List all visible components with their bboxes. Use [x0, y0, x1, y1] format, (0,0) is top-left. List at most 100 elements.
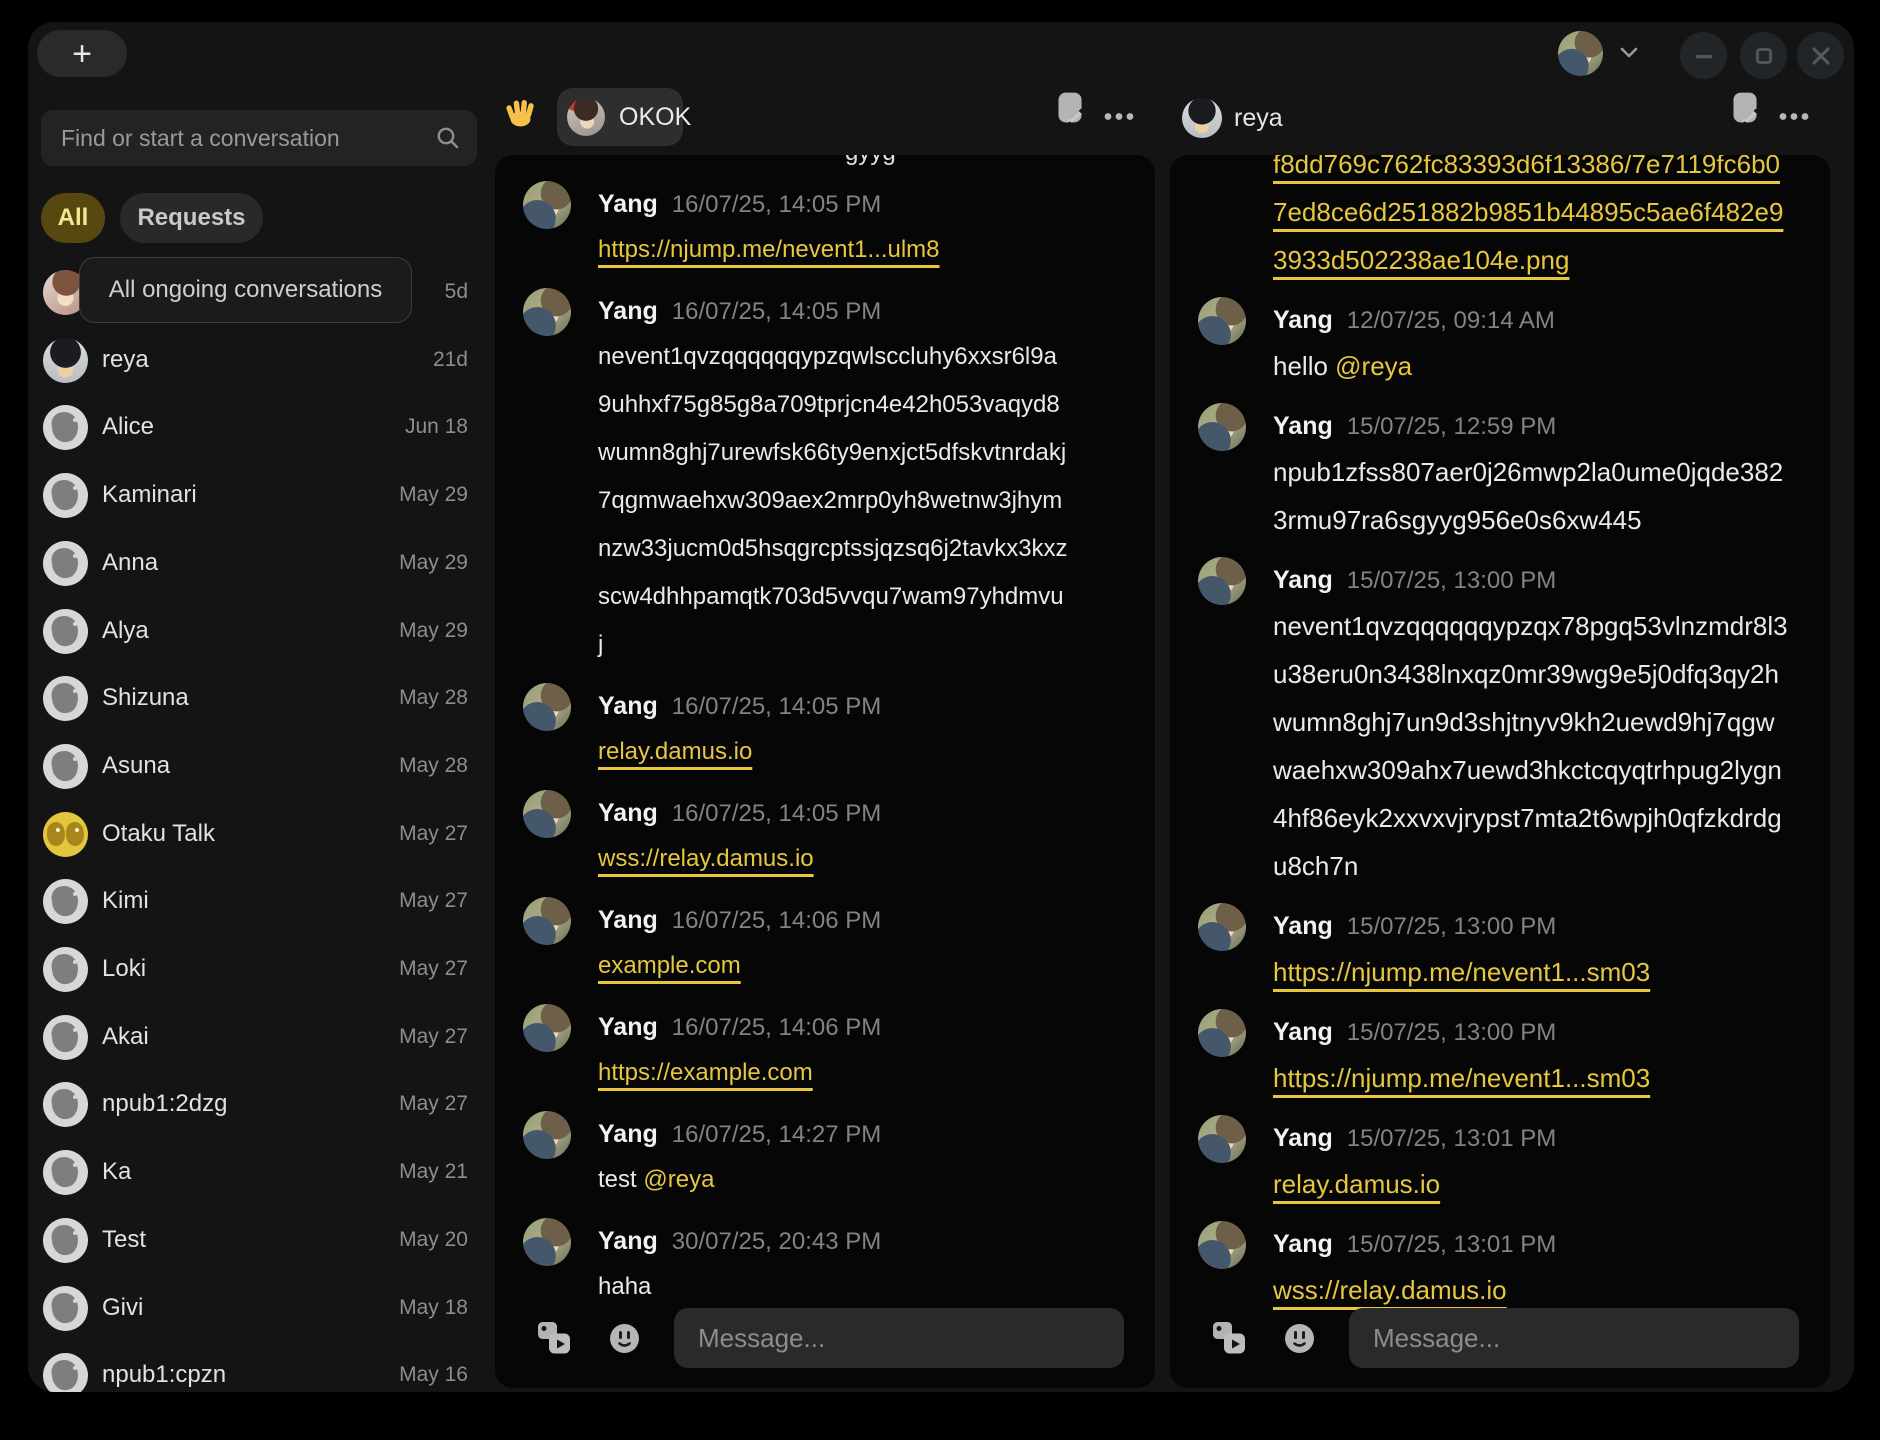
conversation-row[interactable]: Otaku TalkMay 27: [41, 800, 468, 868]
message: Yang16/07/25, 14:05 PMwss://relay.damus.…: [598, 799, 1155, 883]
account-avatar[interactable]: [1558, 31, 1603, 76]
sender-name: Yang: [598, 297, 658, 326]
conversation-name: Asuna: [102, 752, 170, 780]
filter-tab-requests[interactable]: Requests: [120, 193, 263, 243]
sender-avatar[interactable]: [523, 790, 571, 838]
message-timestamp: 16/07/25, 14:05 PM: [672, 693, 881, 721]
conversation-name: Shizuna: [102, 684, 189, 712]
message-link[interactable]: f8dd769c762fc83393d6f13386/7e7119fc6b07e…: [1273, 155, 1783, 275]
conversation-row[interactable]: LokiMay 27: [41, 935, 468, 1003]
message-header: Yang15/07/25, 13:01 PM: [1273, 1124, 1830, 1154]
message-header: Yang16/07/25, 14:06 PM: [598, 906, 1155, 936]
sender-name: Yang: [598, 1013, 658, 1042]
conversation-row[interactable]: Ka May 21: [41, 1138, 468, 1206]
sender-avatar[interactable]: [523, 1111, 571, 1159]
minimize-button[interactable]: [1680, 32, 1727, 79]
message-header: Yang15/07/25, 13:00 PM: [1273, 566, 1830, 596]
message-text: nevent1qvzqqqqqqypzqx78pgq53vlnzmdr8l3u3…: [1273, 611, 1788, 881]
chat-title-reya[interactable]: reya: [1182, 98, 1283, 138]
more-options-icon[interactable]: [1779, 108, 1809, 126]
message-body: example.com: [598, 942, 1068, 990]
conversation-name: Anna: [102, 549, 158, 577]
message-link[interactable]: example.com: [598, 952, 741, 979]
media-attach-icon[interactable]: [1212, 1321, 1246, 1355]
conversation-row[interactable]: AliceJun 18: [41, 393, 468, 461]
chat-title-label: OKOK: [619, 103, 691, 132]
message-input[interactable]: [1349, 1308, 1799, 1368]
message-header: Yang 16/07/25, 14:06 PM: [598, 1013, 1155, 1043]
sender-avatar[interactable]: [1198, 557, 1246, 605]
filter-requests-label: Requests: [137, 204, 245, 232]
message-link[interactable]: relay.damus.io: [598, 738, 752, 765]
emoji-icon[interactable]: [609, 1323, 640, 1354]
sender-name: Yang: [598, 906, 658, 935]
chat-title-okok[interactable]: OKOK: [557, 88, 683, 146]
message-body: hello @reya: [1273, 342, 1793, 390]
sender-avatar[interactable]: [523, 1218, 571, 1266]
conversation-row[interactable]: AkaiMay 27: [41, 1003, 468, 1071]
more-options-icon[interactable]: [1104, 108, 1134, 126]
conversation-row[interactable]: npub1:2dzgMay 27: [41, 1070, 468, 1138]
message-link[interactable]: https://njump.me/nevent1...sm03: [1273, 1063, 1650, 1093]
message-timestamp: 16/07/25, 14:27 PM: [672, 1121, 881, 1149]
sender-avatar[interactable]: [1198, 1115, 1246, 1163]
conversation-row[interactable]: reya21d: [41, 326, 468, 394]
message-header: Yang15/07/25, 13:00 PM: [1273, 912, 1830, 942]
sender-avatar[interactable]: [1198, 903, 1246, 951]
note-compose-icon[interactable]: [1058, 92, 1083, 129]
message-link[interactable]: relay.damus.io: [1273, 1169, 1440, 1199]
new-chat-button[interactable]: +: [37, 30, 127, 77]
message-input[interactable]: [674, 1308, 1124, 1368]
conversation-time: May 18: [399, 1296, 468, 1320]
conversation-name: reya: [102, 346, 149, 374]
sender-avatar[interactable]: [1198, 1009, 1246, 1057]
conversation-row[interactable]: npub1:cpznMay 16: [41, 1341, 468, 1392]
message-link[interactable]: wss://relay.damus.io: [598, 845, 814, 872]
conversation-name: Loki: [102, 955, 146, 983]
sender-name: Yang: [1273, 306, 1333, 335]
conversation-row[interactable]: AnnaMay 29: [41, 529, 468, 597]
conversation-name: Test: [102, 1226, 146, 1254]
chevron-down-icon[interactable]: [1620, 46, 1638, 65]
conversation-time: May 29: [399, 619, 468, 643]
sender-avatar[interactable]: [523, 181, 571, 229]
conversation-search[interactable]: [41, 110, 477, 166]
sender-avatar[interactable]: [1198, 1221, 1246, 1269]
media-attach-icon[interactable]: [537, 1321, 571, 1355]
conversation-time: May 21: [399, 1160, 468, 1184]
conversation-row[interactable]: GiviMay 18: [41, 1274, 468, 1342]
user-mention[interactable]: @reya: [1335, 351, 1412, 381]
message-link[interactable]: https://njump.me/nevent1...sm03: [1273, 957, 1650, 987]
emoji-icon[interactable]: [1284, 1323, 1315, 1354]
conversation-row[interactable]: KaminariMay 29: [41, 461, 468, 529]
message-link[interactable]: https://example.com: [598, 1059, 813, 1086]
message-text: nevent1qvzqqqqqqypzqwlsccluhy6xxsr6l9a9u…: [598, 343, 1068, 658]
note-compose-icon[interactable]: [1733, 92, 1758, 129]
sender-avatar[interactable]: [523, 683, 571, 731]
sender-avatar[interactable]: [523, 897, 571, 945]
conversation-row[interactable]: AlyaMay 29: [41, 597, 468, 665]
message-header: Yang15/07/25, 13:01 PM: [1273, 1230, 1830, 1260]
message-timestamp: 16/07/25, 14:06 PM: [672, 1014, 881, 1042]
conversation-row[interactable]: TestMay 20: [41, 1206, 468, 1274]
sender-avatar[interactable]: [1198, 297, 1246, 345]
sender-avatar[interactable]: [523, 288, 571, 336]
sender-avatar[interactable]: [1198, 403, 1246, 451]
message-link[interactable]: https://njump.me/nevent1...ulm8: [598, 236, 940, 263]
user-mention[interactable]: @reya: [643, 1166, 714, 1193]
conversation-row[interactable]: ShizunaMay 28: [41, 664, 468, 732]
sender-avatar[interactable]: [523, 1004, 571, 1052]
maximize-button[interactable]: [1740, 32, 1787, 79]
conversation-name: Ka: [102, 1158, 131, 1186]
close-button[interactable]: [1797, 32, 1844, 79]
filter-tab-all[interactable]: All: [41, 193, 105, 243]
conversation-row[interactable]: AsunaMay 28: [41, 732, 468, 800]
message-timestamp: 30/07/25, 20:43 PM: [672, 1228, 881, 1256]
message: Yang15/07/25, 12:59 PMnpub1zfss807aer0j2…: [1273, 412, 1830, 544]
sender-name: Yang: [598, 692, 658, 721]
conversation-name: Alice: [102, 413, 154, 441]
conversation-row[interactable]: KimiMay 27: [41, 867, 468, 935]
search-input[interactable]: [41, 125, 435, 152]
conversation-time: May 29: [399, 483, 468, 507]
conversation-time: 5d: [445, 280, 468, 304]
